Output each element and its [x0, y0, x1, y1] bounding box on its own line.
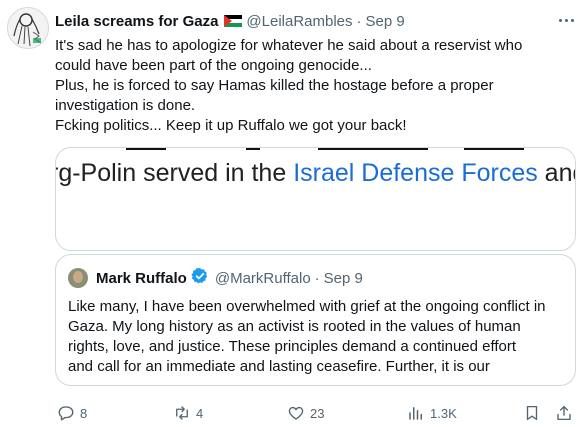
quoted-avatar [68, 268, 88, 288]
tweet-text: It's sad he has to apologize for whateve… [55, 36, 575, 136]
separator-dot: · [314, 269, 320, 287]
media-link-text: Israel Defense Forces [293, 159, 538, 187]
more-icon[interactable] [552, 8, 580, 32]
quoted-tweet[interactable]: Mark Ruffalo @MarkRuffalo · Sep 9 Like m… [55, 254, 576, 386]
tweet-line: investigation is done. [55, 97, 196, 114]
quoted-line: and call for an immediate and lasting ce… [68, 358, 490, 375]
verified-badge-icon [191, 267, 209, 289]
action-bar: 8 4 23 1.3K [55, 400, 580, 426]
media-text-before: rg-Polin served in the [55, 159, 294, 187]
avatar[interactable] [7, 7, 49, 49]
like-count: 23 [310, 405, 325, 421]
tweet-line: Plus, he is forced to say Hamas killed t… [55, 77, 494, 94]
share-icon [557, 405, 571, 421]
reply-icon [58, 406, 74, 421]
quoted-line: rights, love, and justice. These princip… [68, 338, 517, 355]
repost-icon [176, 406, 188, 420]
reply-button[interactable]: 8 [57, 400, 87, 426]
views-count: 1.3K [430, 405, 457, 421]
like-button[interactable]: 23 [287, 400, 324, 426]
palestine-flag-icon [224, 15, 243, 27]
repost-count: 4 [196, 405, 204, 421]
media-text-line: rg-Polin served in the Israel Defense Fo… [55, 156, 575, 190]
author-name[interactable]: Leila screams for Gaza [55, 13, 218, 30]
tweet-line: could have been part of the ongoing geno… [55, 57, 372, 74]
quoted-tweet-header: Mark Ruffalo @MarkRuffalo · Sep 9 [68, 267, 363, 289]
media-text-after: and [544, 159, 575, 187]
media-cropped-text-strip [56, 148, 575, 154]
quoted-date: Sep 9 [323, 269, 363, 287]
quoted-line: Gaza. My long history as an activist is … [68, 318, 521, 335]
views-button[interactable]: 1.3K [407, 400, 457, 426]
quoted-tweet-text: Like many, I have been overwhelmed with … [68, 297, 568, 377]
bookmark-button[interactable] [523, 400, 541, 426]
views-icon [409, 407, 422, 420]
media-image[interactable]: rg-Polin served in the Israel Defense Fo… [55, 147, 576, 251]
like-icon [288, 406, 304, 420]
separator-dot: · [356, 12, 362, 30]
reply-count: 8 [80, 405, 88, 421]
tweet-header: Leila screams for Gaza @LeilaRambles · S… [55, 10, 548, 32]
share-button[interactable] [555, 400, 573, 426]
repost-button[interactable]: 4 [173, 400, 203, 426]
tweet-date[interactable]: Sep 9 [366, 13, 405, 30]
tweet-line: Fcking politics... Keep it up Ruffalo we… [55, 117, 407, 134]
quoted-line: Like many, I have been overwhelmed with … [68, 298, 546, 315]
bookmark-icon [526, 405, 538, 421]
quoted-handle: @MarkRuffalo [214, 269, 311, 287]
author-handle[interactable]: @LeilaRambles [246, 13, 352, 30]
tweet-line: It's sad he has to apologize for whateve… [55, 37, 523, 54]
quoted-author-name: Mark Ruffalo [96, 269, 187, 287]
